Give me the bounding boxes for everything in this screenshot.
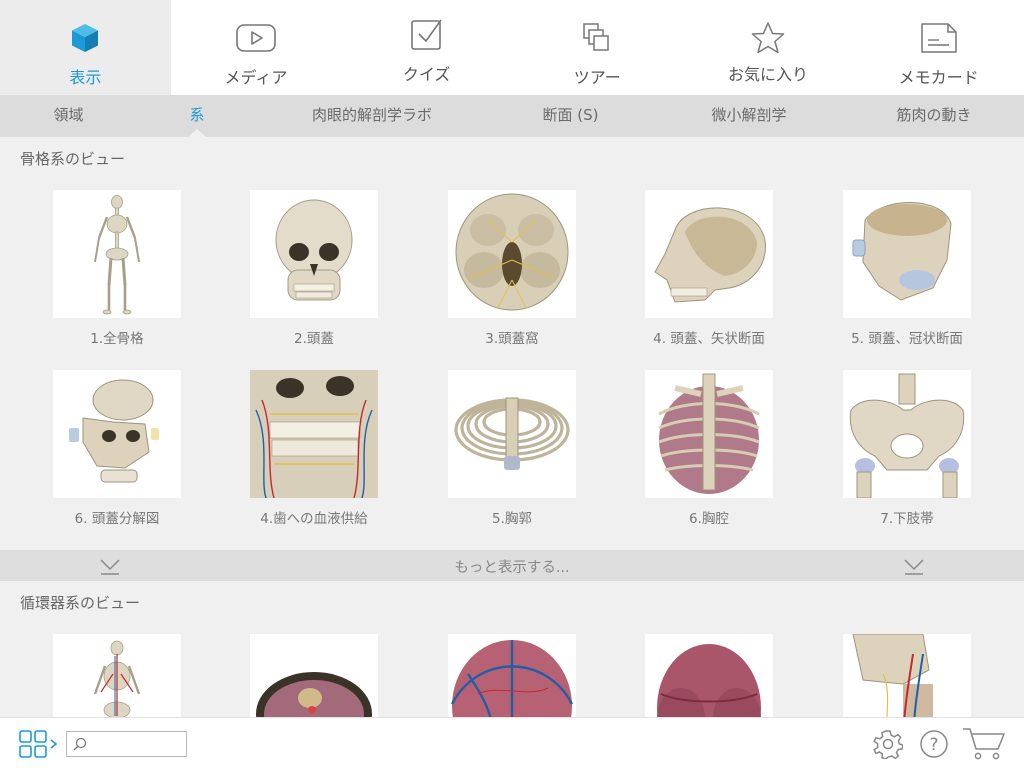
toolbar-quiz-label: クイズ [402,65,451,84]
notecard-icon [917,18,961,58]
thumb-teeth-blood-supply[interactable] [250,370,378,498]
search-input[interactable] [89,735,183,753]
content-area: 骨格系のビュー 1.全骨格 2.頭蓋 3.頭蓋窩 4. 頭蓋、矢状断面 5. 頭… [0,137,1024,717]
play-icon [234,18,278,58]
toolbar-tour-label: ツアー [573,68,621,87]
thumb-skull[interactable] [250,190,378,318]
caption-thoracic-cage: 5.胸郭 [492,511,532,527]
checkbox-icon [405,14,449,54]
toolbar-media-label: メディア [224,68,288,87]
toolbar-view-button[interactable]: 表示 [0,0,171,95]
caption-skull-coronal: 5. 頭蓋、冠状断面 [851,331,963,347]
toolbar-notecards-button[interactable]: メモカード [853,0,1024,95]
caption-thoracic-cavity: 6.胸腔 [689,511,729,527]
cart-icon[interactable] [962,727,1006,761]
main-toolbar: 表示 メディア クイズ ツアー お気に入り メモカード [0,0,1024,95]
layers-icon [575,18,619,58]
circulatory-section-title: 循環器系のビュー [20,594,141,612]
tab-regions[interactable]: 領域 [0,95,137,137]
tab-muscle-actions[interactable]: 筋肉の動き [844,95,1024,137]
thumb-full-skeleton[interactable] [53,190,181,318]
caption-exploded-skull: 6. 頭蓋分解図 [74,511,160,527]
thumb-thoracic-cage[interactable] [448,370,576,498]
thumb-exploded-skull[interactable] [53,370,181,498]
caption-pelvic-girdle: 7.下肢帯 [880,511,934,527]
star-icon [746,18,790,58]
show-more-bar[interactable]: もっと表示する... [0,550,1024,581]
thumb-circulatory-4[interactable] [645,634,773,717]
thumb-cranial-fossa[interactable] [448,190,576,318]
caption-skull-sagittal: 4. 頭蓋、矢状断面 [653,331,765,347]
thumb-skull-coronal[interactable] [843,190,971,318]
bottom-bar: ? [0,717,1024,768]
toolbar-quiz-button[interactable]: クイズ [341,0,512,95]
thumb-skull-sagittal[interactable] [645,190,773,318]
thumb-pelvic-girdle[interactable] [843,370,971,498]
caption-cranial-fossa: 3.頭蓋窩 [485,331,539,347]
tab-microanatomy[interactable]: 微小解剖学 [654,95,844,137]
cube-icon [63,18,107,58]
toolbar-tour-button[interactable]: ツアー [512,0,683,95]
chevron-down-icon [904,559,924,575]
toolbar-view-label: 表示 [69,68,102,87]
thumb-circulatory-3[interactable] [448,634,576,717]
caption-full-skeleton: 1.全骨格 [90,331,144,347]
thumb-thoracic-cavity[interactable] [645,370,773,498]
search-icon [73,737,87,751]
help-icon[interactable]: ? [919,729,949,759]
tab-sections[interactable]: 断面 (S) [487,95,654,137]
grid-menu-icon[interactable] [18,729,60,759]
toolbar-media-button[interactable]: メディア [171,0,342,95]
svg-text:?: ? [929,735,938,755]
search-field[interactable] [66,731,187,757]
settings-gear-icon[interactable] [873,729,903,759]
thumb-circulatory-full[interactable] [53,634,181,717]
thumb-circulatory-2[interactable] [250,634,378,717]
thumb-circulatory-5[interactable] [843,634,971,717]
toolbar-favorites-label: お気に入り [727,65,808,84]
show-more-label: もっと表示する... [454,560,570,576]
subtab-bar: 領域 系 肉眼的解剖学ラボ 断面 (S) 微小解剖学 筋肉の動き [0,95,1024,137]
toolbar-notecards-label: メモカード [898,68,979,87]
tab-gross-anatomy-lab[interactable]: 肉眼的解剖学ラボ [257,95,487,137]
skeletal-section-title: 骨格系のビュー [20,150,126,168]
toolbar-favorites-button[interactable]: お気に入り [683,0,854,95]
caption-teeth-blood-supply: 4.歯への血液供給 [260,511,368,527]
caption-skull: 2.頭蓋 [294,331,334,347]
tab-systems[interactable]: 系 [137,95,257,137]
